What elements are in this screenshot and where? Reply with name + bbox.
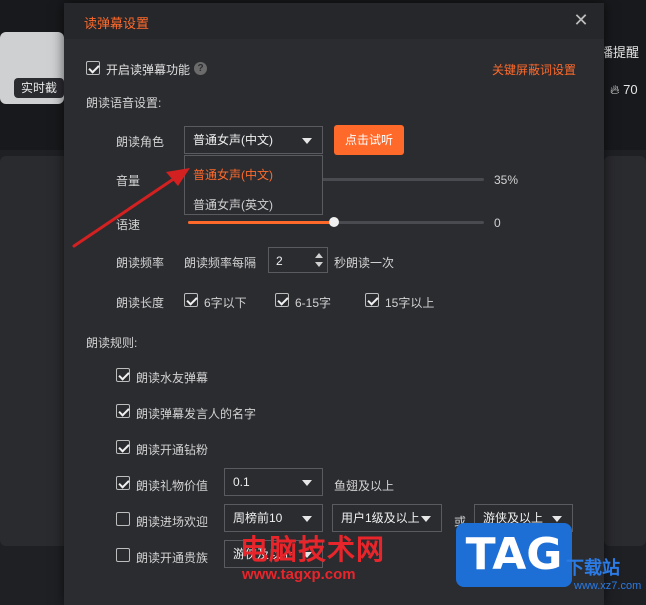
watermark-site-name: 电脑技术网	[240, 534, 386, 565]
annotation-arrow	[72, 168, 190, 248]
watermark-site-url: www.tagxp.com	[242, 566, 356, 583]
xz-watermark: 下载站	[566, 558, 620, 578]
xz-watermark-url: www.xz7.com	[574, 580, 642, 592]
tag-logo: TAG	[456, 523, 572, 587]
